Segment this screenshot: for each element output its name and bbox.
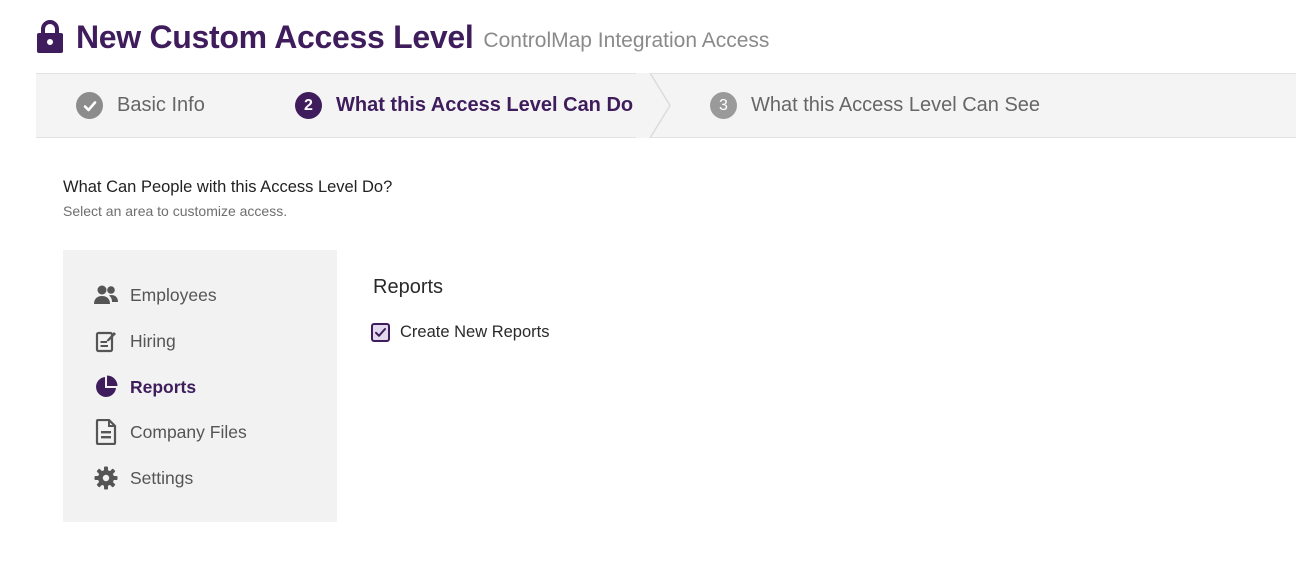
- sidebar-item-label: Employees: [130, 284, 217, 305]
- people-icon: [93, 282, 119, 308]
- page-subtitle: ControlMap Integration Access: [483, 29, 770, 52]
- sidebar-item-employees[interactable]: Employees: [93, 280, 217, 310]
- step-label: What this Access Level Can Do: [336, 94, 634, 116]
- pie-chart-icon: [93, 374, 119, 400]
- hiring-icon: [93, 328, 119, 354]
- gear-icon: [93, 465, 119, 491]
- step-access-can-see[interactable]: 3 What this Access Level Can See: [710, 74, 1040, 137]
- step-number: 3: [710, 92, 737, 119]
- sidebar-item-company-files[interactable]: Company Files: [93, 417, 247, 447]
- sidebar-item-label: Settings: [130, 467, 194, 488]
- sidebar-item-reports[interactable]: Reports: [93, 372, 196, 402]
- step-basic-info[interactable]: Basic Info: [76, 74, 205, 137]
- permission-row: Create New Reports: [371, 320, 549, 344]
- step-label: Basic Info: [117, 94, 205, 116]
- section-subheading: Select an area to customize access.: [63, 203, 288, 219]
- lock-icon: [36, 20, 64, 54]
- checkmark-icon: [375, 327, 386, 337]
- page-title: New Custom Access Level: [76, 18, 474, 55]
- check-circle-icon: [76, 92, 103, 119]
- permission-label[interactable]: Create New Reports: [400, 323, 549, 342]
- sidebar-item-hiring[interactable]: Hiring: [93, 326, 176, 356]
- sidebar-item-settings[interactable]: Settings: [93, 463, 193, 493]
- chevron-right-icon: [636, 73, 671, 138]
- sidebar-item-label: Reports: [130, 376, 197, 397]
- file-icon: [93, 419, 119, 445]
- sidebar-item-label: Hiring: [130, 330, 176, 351]
- panel-title: Reports: [373, 276, 444, 298]
- section-heading: What Can People with this Access Level D…: [63, 178, 393, 196]
- step-label: What this Access Level Can See: [751, 94, 1041, 116]
- step-number: 2: [295, 92, 322, 119]
- step-access-can-do[interactable]: 2 What this Access Level Can Do: [295, 74, 633, 137]
- sidebar-item-label: Company Files: [130, 421, 247, 442]
- progress-stepper: Basic Info 2 What this Access Level Can …: [36, 73, 1296, 138]
- create-reports-checkbox[interactable]: [371, 322, 390, 342]
- page-header: New Custom Access Level ControlMap Integ…: [36, 14, 769, 60]
